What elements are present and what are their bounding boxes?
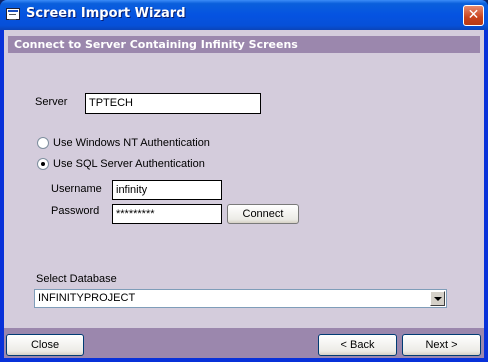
wizard-body: Connect to Server Containing Infinity Sc… (4, 30, 484, 358)
sql-auth-radio[interactable] (37, 158, 49, 170)
app-icon (6, 8, 20, 20)
window-title: Screen Import Wizard (26, 6, 186, 21)
window-close-button[interactable]: ✕ (463, 5, 484, 26)
wizard-footer: Close < Back Next > (4, 328, 484, 358)
sql-auth-label[interactable]: Use SQL Server Authentication (53, 158, 205, 170)
back-button[interactable]: < Back (318, 334, 397, 356)
password-label: Password (51, 205, 100, 217)
wizard-window: Screen Import Wizard ✕ Connect to Server… (0, 0, 488, 362)
database-selected-value: INFINITYPROJECT (38, 292, 136, 304)
title-bar[interactable]: Screen Import Wizard ✕ (0, 0, 488, 30)
close-icon: ✕ (467, 7, 480, 23)
next-button[interactable]: Next > (402, 334, 481, 356)
database-select[interactable]: INFINITYPROJECT (34, 289, 447, 308)
nt-auth-label[interactable]: Use Windows NT Authentication (53, 137, 210, 149)
connect-button[interactable]: Connect (227, 204, 299, 224)
step-header: Connect to Server Containing Infinity Sc… (8, 36, 480, 53)
select-database-label: Select Database (36, 273, 117, 285)
username-input[interactable]: infinity (112, 180, 222, 200)
username-label: Username (51, 183, 102, 195)
password-input[interactable]: ********* (112, 204, 222, 224)
chevron-down-icon[interactable] (430, 291, 445, 306)
nt-auth-radio[interactable] (37, 137, 49, 149)
server-label: Server (35, 96, 68, 108)
server-input[interactable]: TPTECH (85, 93, 261, 114)
close-button[interactable]: Close (6, 334, 84, 356)
